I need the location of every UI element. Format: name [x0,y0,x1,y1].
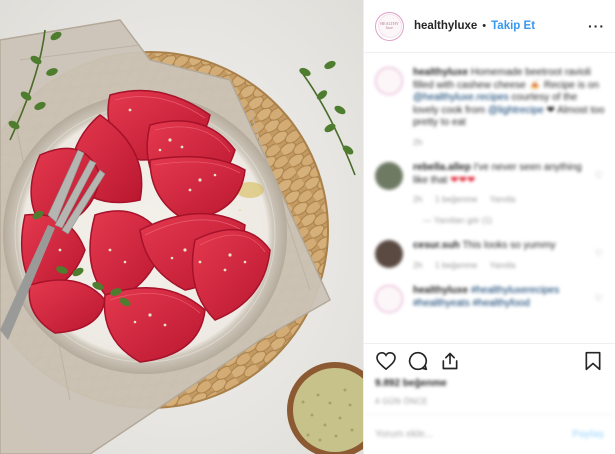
action-icons [375,344,604,378]
comment-item: cesur.suh This looks so yummy 2h 1 beğen… [375,240,605,271]
heart-icon[interactable]: ♡ [595,285,605,313]
instagram-post: HEALTHY luxe healthyluxe • Takip Et ··· … [0,0,615,454]
comment-icon[interactable] [407,350,429,372]
comment-text: This looks so yummy [462,240,556,251]
follow-button[interactable]: Takip Et [491,20,535,32]
post-sidebar: HEALTHY luxe healthyluxe • Takip Et ··· … [363,0,615,454]
comment-username[interactable]: healthyluxe [413,67,468,78]
heart-icon[interactable] [375,350,397,372]
post-comment-button[interactable]: Paylaş [572,429,604,440]
comment-emoji: ❤❤❤ [450,174,476,186]
avatar[interactable]: HEALTHY luxe [375,11,404,41]
comment-username[interactable]: cesur.suh [413,240,460,251]
comment-username[interactable]: healthyluxe [413,285,468,296]
more-dots-icon[interactable]: ··· [588,18,605,34]
reply-button[interactable]: Yanıtla [490,260,516,270]
avatar[interactable] [375,285,403,313]
comment-time: 2h [413,136,423,147]
add-comment-bar: Paylaş [364,414,615,454]
comment-tag[interactable]: @lightrecipe [488,105,544,116]
comment-likes[interactable]: 1 beğenme [435,194,478,204]
bookmark-icon[interactable] [582,350,604,372]
ravioli-photo-illustration [0,0,363,454]
comment-item: rebella.allep I've never seen anything l… [375,162,605,226]
likes-count[interactable]: 9.892 beğenme [375,378,604,392]
comment-time: 2h [413,194,423,204]
username[interactable]: healthyluxe [414,20,477,32]
comment-likes[interactable]: 1 beğenme [435,260,478,270]
avatar-logo-text: HEALTHY luxe [380,21,399,30]
comment-username[interactable]: rebella.allep [413,162,471,173]
post-actions: 9.892 beğenme 4 GÜN ÖNCE Paylaş [364,343,615,454]
post-photo[interactable] [0,0,363,454]
comment-item: healthyluxe #healthyluxerecipes #healthy… [375,285,605,313]
post-timestamp: 4 GÜN ÖNCE [375,397,428,406]
caption-comment: healthyluxe Homemade beetroot ravioli fi… [375,67,605,148]
view-replies[interactable]: — Yanıtları gör (1) [413,214,589,227]
comments-list[interactable]: healthyluxe Homemade beetroot ravioli fi… [364,53,615,343]
comment-time: 2h [413,259,423,270]
comment-input[interactable] [375,429,573,440]
share-icon[interactable] [439,350,461,372]
avatar[interactable] [375,67,403,95]
avatar[interactable] [375,240,403,268]
reply-button[interactable]: Yanıtla [490,194,516,204]
separator-dot: • [482,20,487,32]
post-header: HEALTHY luxe healthyluxe • Takip Et ··· [364,0,615,53]
heart-icon[interactable]: ♡ [595,240,605,271]
heart-icon[interactable]: ♡ [595,162,605,226]
comment-tag[interactable]: @healthyluxe.recipes [413,92,509,103]
avatar[interactable] [375,162,403,190]
